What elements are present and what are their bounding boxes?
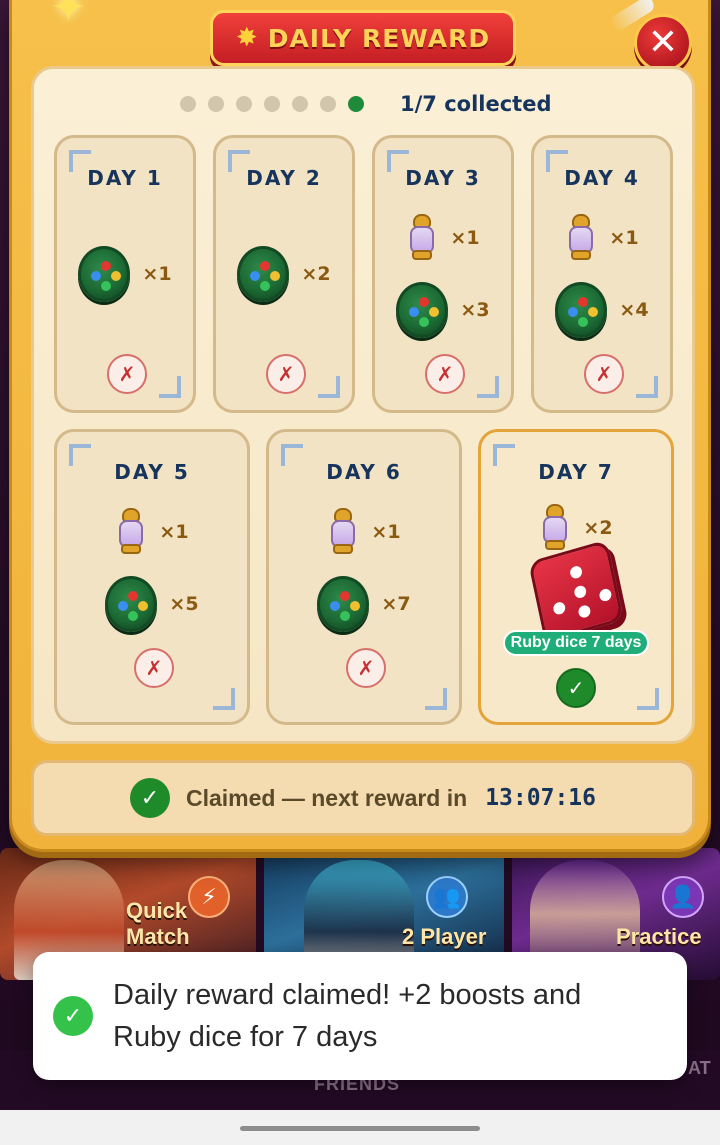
missed-icon: ✗ xyxy=(134,648,174,688)
card-corner xyxy=(636,376,658,398)
reward-quantity: ×1 xyxy=(142,263,172,285)
reward-item: ×7 xyxy=(269,574,459,634)
reward-item: ×4 xyxy=(534,280,670,340)
star-icon: ✸ xyxy=(235,23,258,53)
missed-icon: ✗ xyxy=(425,354,465,394)
missed-icon: ✗ xyxy=(346,648,386,688)
card-corner xyxy=(213,688,235,710)
progress-dot-collected xyxy=(348,96,364,112)
star-decoration-icon: ✦ xyxy=(50,0,87,33)
day-label: DAY 3 xyxy=(405,166,481,190)
day-label: DAY 4 xyxy=(564,166,640,190)
claim-status-bar: ✓ Claimed — next reward in 13:07:16 xyxy=(31,760,695,836)
reward-item: ×3 xyxy=(375,280,511,340)
potion-icon xyxy=(565,214,597,262)
toast-notification[interactable]: ✓ Daily reward claimed! +2 boosts and Ru… xyxy=(33,952,687,1080)
missed-icon: ✗ xyxy=(107,354,147,394)
users-icon: 👥 xyxy=(426,876,468,918)
ruby-dice-badge: Ruby dice 7 days xyxy=(503,630,649,656)
person-icon: 👤 xyxy=(662,876,704,918)
day-label: DAY 1 xyxy=(87,166,163,190)
progress-dot xyxy=(292,96,308,112)
green-coin-icon xyxy=(555,282,608,338)
green-coin-icon xyxy=(237,246,290,302)
reward-quantity: ×4 xyxy=(619,299,649,321)
reward-item: ×1 xyxy=(269,502,459,562)
reward-quantity: ×3 xyxy=(460,299,490,321)
day-card-4[interactable]: DAY 4 ×1 ×4 ✗ xyxy=(531,135,673,413)
progress-dot xyxy=(320,96,336,112)
card-corner xyxy=(477,376,499,398)
day-label: DAY 6 xyxy=(326,460,402,484)
progress-dot xyxy=(264,96,280,112)
modal-title: DAILY REWARD xyxy=(267,23,491,53)
progress-indicator: 1/7 collected xyxy=(180,92,552,116)
reward-quantity: ×1 xyxy=(159,521,189,543)
card-corner xyxy=(425,688,447,710)
check-circle-icon: ✓ xyxy=(130,778,170,818)
claim-status-text: Claimed — next reward in xyxy=(186,784,468,811)
quick-match-label: Quick Match xyxy=(126,898,190,949)
title-banner: ✸ DAILY REWARD xyxy=(210,10,516,66)
potion-icon xyxy=(539,504,571,552)
reward-quantity: ×5 xyxy=(169,593,199,615)
claimed-check-icon: ✓ xyxy=(556,668,596,708)
potion-icon xyxy=(327,508,359,556)
progress-label: 1/7 collected xyxy=(400,92,552,116)
progress-dot xyxy=(208,96,224,112)
card-corner xyxy=(637,688,659,710)
day-card-7[interactable]: DAY 7 ×2 Ruby dice 7 days ✓ xyxy=(478,429,674,725)
green-coin-icon xyxy=(105,576,158,632)
day-card-6[interactable]: DAY 6 ×1 ×7 ✗ xyxy=(266,429,462,725)
day-card-3[interactable]: DAY 3 ×1 ×3 ✗ xyxy=(372,135,514,413)
day-card-1[interactable]: DAY 1 ×1 ✗ xyxy=(54,135,196,413)
card-corner xyxy=(318,376,340,398)
day-label: DAY 2 xyxy=(246,166,322,190)
reward-quantity: ×1 xyxy=(609,227,639,249)
green-coin-icon xyxy=(78,246,131,302)
two-player-label: 2 Player xyxy=(402,924,487,949)
check-circle-icon: ✓ xyxy=(53,996,93,1036)
toast-message: Daily reward claimed! +2 boosts and Ruby… xyxy=(113,979,582,1053)
system-nav-bar xyxy=(0,1110,720,1145)
missed-icon: ✗ xyxy=(584,354,624,394)
daily-reward-modal: ✦ ✸ DAILY REWARD ✕ 1/7 collected DAY 1 ×… xyxy=(9,0,711,852)
nav-chat[interactable]: AT xyxy=(688,1058,711,1079)
progress-dot xyxy=(236,96,252,112)
day-card-2[interactable]: DAY 2 ×2 ✗ xyxy=(213,135,355,413)
card-corner xyxy=(159,376,181,398)
progress-dot xyxy=(180,96,196,112)
potion-icon xyxy=(406,214,438,262)
reward-quantity: ×1 xyxy=(371,521,401,543)
day-label: DAY 7 xyxy=(538,460,614,484)
reward-item: ×1 xyxy=(57,502,247,562)
next-reward-timer: 13:07:16 xyxy=(485,785,596,811)
reward-quantity: ×2 xyxy=(583,517,613,539)
reward-item: ×1 xyxy=(57,244,193,304)
reward-item: ×5 xyxy=(57,574,247,634)
potion-icon xyxy=(115,508,147,556)
missed-icon: ✗ xyxy=(266,354,306,394)
close-button[interactable]: ✕ xyxy=(634,14,692,72)
green-coin-icon xyxy=(396,282,449,338)
reward-item: ×1 xyxy=(375,208,511,268)
green-coin-icon xyxy=(317,576,370,632)
reward-panel: 1/7 collected DAY 1 ×1 ✗ DAY 2 ×2 ✗ DAY … xyxy=(31,66,695,744)
reward-quantity: ×1 xyxy=(450,227,480,249)
practice-label: Practice xyxy=(616,924,702,949)
reward-quantity: ×7 xyxy=(381,593,411,615)
home-indicator[interactable] xyxy=(240,1126,480,1131)
reward-quantity: ×2 xyxy=(301,263,331,285)
reward-item: ×2 xyxy=(216,244,352,304)
reward-item: ×1 xyxy=(534,208,670,268)
day-label: DAY 5 xyxy=(114,460,190,484)
day-card-5[interactable]: DAY 5 ×1 ×5 ✗ xyxy=(54,429,250,725)
